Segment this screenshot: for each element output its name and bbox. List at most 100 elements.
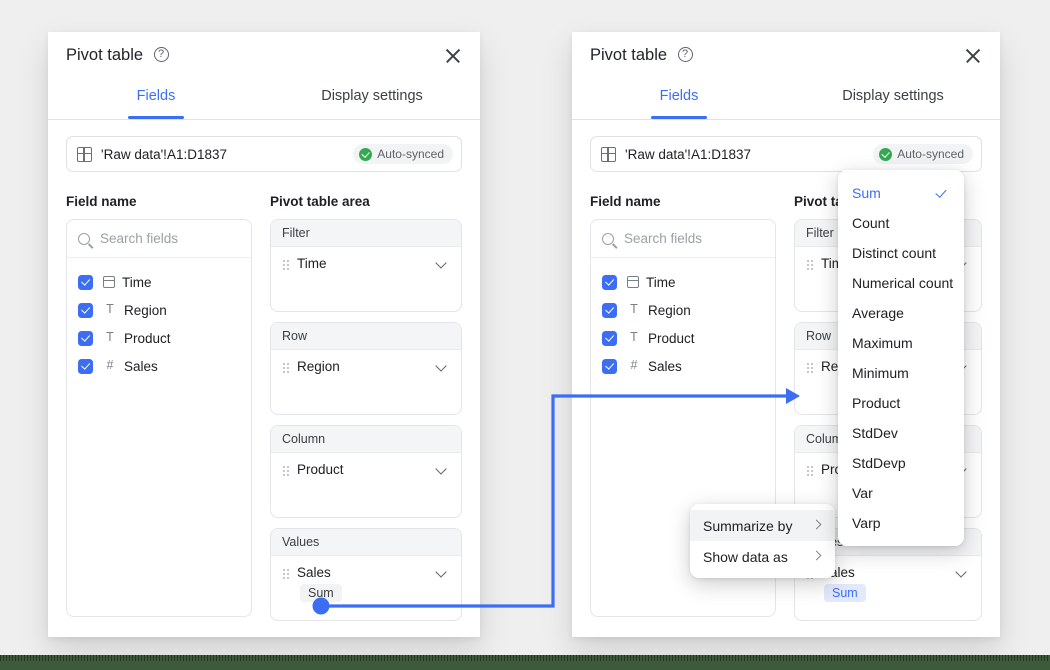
zone-title: Column [271, 426, 461, 453]
checkbox-icon[interactable] [78, 275, 93, 290]
list-item[interactable]: Time [67, 268, 251, 296]
tab-display-settings[interactable]: Display settings [786, 78, 1000, 119]
chevron-down-icon[interactable] [956, 567, 967, 578]
zone-item[interactable]: Product [271, 453, 461, 477]
calendar-icon [103, 276, 115, 288]
aggregation-chip[interactable]: Sum [824, 584, 866, 602]
number-type-icon [627, 359, 641, 373]
checkbox-icon[interactable] [602, 331, 617, 346]
list-item[interactable]: Product [67, 324, 251, 352]
drag-handle-icon[interactable] [282, 361, 289, 373]
drag-handle-icon[interactable] [806, 464, 813, 476]
tab-fields[interactable]: Fields [48, 78, 264, 119]
search-input[interactable] [624, 231, 764, 246]
menu-item-show-data-as[interactable]: Show data as [690, 541, 835, 572]
summarize-by-menu: Sum Count Distinct count Numerical count… [838, 170, 964, 546]
menu-item-product[interactable]: Product [838, 388, 964, 418]
menu-item-count[interactable]: Count [838, 208, 964, 238]
menu-item-stddevp[interactable]: StdDevp [838, 448, 964, 478]
menu-item-label: Var [852, 485, 873, 501]
zone-item[interactable]: Time [271, 247, 461, 271]
list-item[interactable]: Time [591, 268, 775, 296]
menu-item-label: Average [852, 305, 904, 321]
check-icon [938, 189, 950, 197]
status-badge-label: Auto-synced [897, 147, 964, 161]
list-item[interactable]: Region [591, 296, 775, 324]
field-label: Sales [648, 359, 682, 374]
grid-icon [77, 147, 92, 162]
chevron-down-icon[interactable] [436, 258, 447, 269]
list-item[interactable]: Sales [67, 352, 251, 380]
zone-item[interactable]: Sales [271, 556, 461, 580]
field-label: Product [648, 331, 695, 346]
menu-item-minimum[interactable]: Minimum [838, 358, 964, 388]
drag-handle-icon[interactable] [282, 567, 289, 579]
page-title: Pivot table [66, 46, 143, 65]
checkbox-icon[interactable] [78, 303, 93, 318]
zone-title: Values [271, 529, 461, 556]
menu-item-summarize-by[interactable]: Summarize by [690, 510, 835, 541]
search-row [591, 220, 775, 258]
tab-fields[interactable]: Fields [572, 78, 786, 119]
drag-handle-icon[interactable] [806, 361, 813, 373]
search-input[interactable] [100, 231, 240, 246]
list-item[interactable]: Region [67, 296, 251, 324]
field-label: Region [124, 303, 167, 318]
page-title: Pivot table [590, 46, 667, 65]
checkbox-icon[interactable] [602, 275, 617, 290]
menu-item-numerical-count[interactable]: Numerical count [838, 268, 964, 298]
list-item[interactable]: Product [591, 324, 775, 352]
status-badge-label: Auto-synced [377, 147, 444, 161]
close-icon[interactable] [962, 45, 984, 67]
checkbox-icon[interactable] [602, 359, 617, 374]
menu-item-maximum[interactable]: Maximum [838, 328, 964, 358]
tab-bar-right: Fields Display settings [572, 78, 1000, 120]
menu-item-sum[interactable]: Sum [838, 178, 964, 208]
menu-item-label: Minimum [852, 365, 909, 381]
panel-header-left: Pivot table [48, 32, 480, 78]
menu-item-label: StdDev [852, 425, 898, 441]
zone-values: Values Sales Sum [270, 528, 462, 621]
source-range-box[interactable]: 'Raw data'!A1:D1837 Auto-synced [590, 136, 982, 172]
tab-display-settings[interactable]: Display settings [264, 78, 480, 119]
status-badge: Auto-synced [873, 144, 973, 164]
source-range-row-left: 'Raw data'!A1:D1837 Auto-synced [48, 120, 480, 172]
calendar-icon [627, 276, 639, 288]
zone-item-label: Sales [821, 565, 956, 580]
number-type-icon [103, 359, 117, 373]
panel-header-right: Pivot table [572, 32, 1000, 78]
drag-handle-icon[interactable] [282, 258, 289, 270]
zone-item[interactable]: Region [271, 350, 461, 374]
chevron-down-icon[interactable] [436, 567, 447, 578]
drag-handle-icon[interactable] [282, 464, 289, 476]
bottom-strip [0, 655, 1050, 670]
aggregation-chip[interactable]: Sum [300, 584, 342, 602]
drag-handle-icon[interactable] [806, 258, 813, 270]
help-circle-icon[interactable] [154, 47, 169, 62]
menu-item-label: Show data as [703, 549, 788, 565]
chevron-right-icon [813, 521, 822, 530]
source-range-row-right: 'Raw data'!A1:D1837 Auto-synced [572, 120, 1000, 172]
source-range-box[interactable]: 'Raw data'!A1:D1837 Auto-synced [66, 136, 462, 172]
menu-item-average[interactable]: Average [838, 298, 964, 328]
list-item[interactable]: Sales [591, 352, 775, 380]
menu-item-stddev[interactable]: StdDev [838, 418, 964, 448]
chevron-down-icon[interactable] [436, 361, 447, 372]
menu-item-distinct-count[interactable]: Distinct count [838, 238, 964, 268]
help-circle-icon[interactable] [678, 47, 693, 62]
strip-artifact-text [0, 655, 1050, 661]
chevron-down-icon[interactable] [436, 464, 447, 475]
menu-item-var[interactable]: Var [838, 478, 964, 508]
menu-item-varp[interactable]: Varp [838, 508, 964, 538]
context-menu: Summarize by Show data as [690, 504, 835, 578]
close-icon[interactable] [442, 45, 464, 67]
field-name-heading: Field name [66, 194, 252, 209]
text-type-icon [103, 331, 117, 345]
checkbox-icon[interactable] [78, 359, 93, 374]
check-circle-icon [879, 148, 892, 161]
zone-title: Row [271, 323, 461, 350]
menu-item-label: Numerical count [852, 275, 953, 291]
checkbox-icon[interactable] [78, 331, 93, 346]
checkbox-icon[interactable] [602, 303, 617, 318]
text-type-icon [627, 303, 641, 317]
